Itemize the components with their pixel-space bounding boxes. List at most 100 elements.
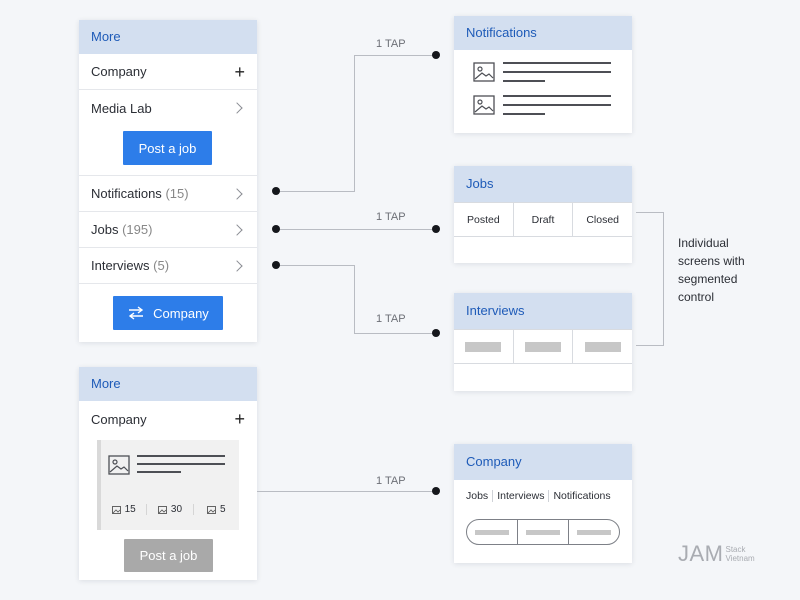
tap-label: 1 TAP — [376, 313, 406, 325]
note-line: control — [678, 290, 715, 304]
jobs-segmented-control: Posted Draft Closed — [454, 202, 632, 237]
chevron-right-icon — [231, 223, 243, 236]
bracket-line — [636, 345, 664, 346]
tab-jobs[interactable]: Jobs — [466, 490, 494, 502]
label-placeholder — [577, 529, 611, 535]
label-placeholder — [465, 341, 502, 352]
bracket-line — [636, 212, 664, 213]
interviews-count: (5) — [153, 258, 170, 273]
notifications-screen-card: Notifications — [454, 16, 632, 133]
note-line: screens with — [678, 254, 745, 268]
media-lab-label: Media Lab — [91, 100, 152, 116]
text-placeholder — [137, 455, 225, 457]
watermark-sub: Stack Vietnam — [726, 545, 755, 563]
more-menu-card: More Company + Media Lab Notifications (… — [79, 20, 257, 342]
feed-stats: 15 30 5 — [101, 504, 239, 515]
company-row[interactable]: Company + — [79, 54, 257, 90]
label-placeholder — [475, 529, 509, 535]
stat-value: 15 — [124, 504, 136, 515]
segment-placeholder[interactable] — [514, 330, 574, 363]
connector-line — [276, 191, 355, 192]
connector-dot — [432, 487, 440, 495]
connector-line — [354, 55, 355, 192]
plus-icon[interactable]: + — [234, 410, 245, 428]
stat-value: 30 — [170, 504, 183, 515]
text-placeholder — [137, 471, 181, 473]
segment-posted[interactable]: Posted — [454, 203, 514, 236]
brand-watermark: JAM Stack Vietnam — [678, 541, 755, 567]
post-job-button-disabled[interactable]: Post a job — [124, 539, 213, 572]
company-screen-card: Company Jobs Interviews Notifications — [454, 444, 632, 563]
text-placeholder — [503, 62, 611, 64]
connector-line — [354, 55, 436, 56]
image-icon — [111, 505, 121, 514]
chevron-right-icon — [231, 102, 243, 114]
tab-notifications[interactable]: Notifications — [549, 490, 610, 502]
post-job-button[interactable]: Post a job — [123, 131, 212, 165]
company-segmented-control — [466, 519, 620, 545]
stat-value: 5 — [220, 504, 226, 515]
notifications-count: (15) — [165, 186, 189, 201]
tab-interviews[interactable]: Interviews — [493, 490, 550, 502]
interviews-row[interactable]: Interviews (5) — [79, 248, 257, 284]
tap-label: 1 TAP — [376, 211, 406, 223]
media-lab-row[interactable]: Media Lab — [79, 90, 257, 126]
segmented-control-note: Individual screens with segmented contro… — [678, 234, 745, 306]
connector-dot — [272, 225, 280, 233]
more-menu-header: More — [79, 20, 257, 54]
image-icon — [207, 505, 216, 514]
company-row-label: Company — [91, 64, 147, 79]
segment-placeholder[interactable] — [569, 520, 619, 544]
chevron-right-icon — [231, 187, 243, 200]
notifications-row[interactable]: Notifications (15) — [79, 176, 257, 212]
text-placeholder — [503, 71, 611, 73]
jobs-label: Jobs — [91, 222, 119, 237]
interviews-segmented-control — [454, 329, 632, 364]
notifications-header: Notifications — [454, 16, 632, 50]
watermark-sub-1: Stack — [725, 545, 746, 554]
switch-company-button[interactable]: Company — [113, 296, 223, 330]
label-placeholder — [584, 341, 621, 352]
company-tabs: Jobs Interviews Notifications — [466, 490, 611, 502]
text-placeholder — [503, 104, 611, 106]
label-placeholder — [526, 529, 560, 535]
connector-line — [257, 491, 436, 492]
company-header: Company — [454, 444, 632, 480]
jobs-header: Jobs — [454, 166, 632, 202]
bracket-line — [663, 212, 664, 346]
chevron-right-icon — [231, 259, 243, 272]
text-placeholder — [503, 80, 545, 82]
segment-placeholder[interactable] — [573, 330, 632, 363]
plus-icon[interactable]: + — [234, 63, 245, 81]
notifications-label: Notifications — [91, 186, 162, 201]
jobs-count: (195) — [122, 222, 153, 237]
tap-label: 1 TAP — [376, 475, 406, 487]
image-icon — [157, 505, 167, 514]
company-feed-item[interactable]: 15 30 5 — [97, 440, 239, 530]
label-placeholder — [525, 341, 561, 352]
connector-line — [354, 333, 436, 334]
connector-line — [354, 265, 355, 333]
text-placeholder — [503, 95, 611, 97]
segment-placeholder[interactable] — [454, 330, 514, 363]
jobs-row[interactable]: Jobs (195) — [79, 212, 257, 248]
more-menu-header: More — [79, 367, 257, 401]
note-line: Individual — [678, 236, 729, 250]
connector-dot — [432, 225, 440, 233]
interviews-screen-card: Interviews — [454, 293, 632, 391]
interviews-label: Interviews — [91, 258, 150, 273]
image-icon — [473, 62, 495, 82]
segment-draft[interactable]: Draft — [514, 203, 574, 236]
company-row[interactable]: Company + — [79, 401, 257, 437]
text-placeholder — [137, 463, 225, 465]
switch-company-label: Company — [153, 305, 209, 321]
interviews-header: Interviews — [454, 293, 632, 329]
segment-closed[interactable]: Closed — [573, 203, 632, 236]
stat-cell: 30 — [147, 504, 194, 515]
segment-placeholder[interactable] — [467, 520, 518, 544]
watermark-brand: JAM — [678, 541, 724, 566]
connector-line — [276, 229, 436, 230]
connector-dot — [272, 187, 280, 195]
stat-cell: 15 — [101, 504, 148, 515]
segment-placeholder[interactable] — [518, 520, 569, 544]
